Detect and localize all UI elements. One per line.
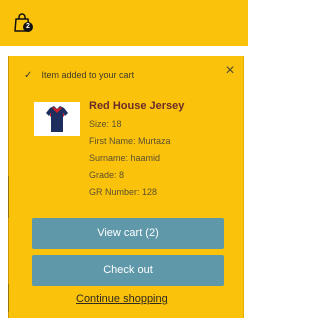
continue-shopping-link[interactable]: Continue shopping — [76, 293, 168, 305]
panel-border-left — [8, 176, 9, 218]
shopping-bag-icon[interactable]: 2 — [12, 12, 34, 34]
product-details: Red House Jersey Size: 18 First Name: Mu… — [89, 98, 229, 201]
added-to-cart-message: ✓ Item added to your cart — [24, 70, 134, 81]
view-cart-button[interactable]: View cart (2) — [32, 218, 224, 249]
checkout-button[interactable]: Check out — [32, 255, 224, 286]
check-icon: ✓ — [24, 70, 33, 81]
header-bar: 2 — [0, 0, 248, 46]
panel-border-left — [8, 284, 9, 312]
product-detail-size: Size: 18 — [89, 119, 122, 129]
product-detail-grade: Grade: 8 — [89, 170, 125, 180]
cart-count-badge: 2 — [23, 22, 33, 32]
product-detail-surname: Surname: haamid — [89, 153, 161, 163]
close-icon[interactable]: × — [223, 63, 237, 79]
jersey-icon — [46, 106, 68, 132]
product-detail-gr-number: GR Number: 128 — [89, 187, 158, 197]
product-title: Red House Jersey — [89, 100, 185, 112]
product-image — [34, 102, 80, 136]
product-detail-first-name: First Name: Murtaza — [89, 136, 171, 146]
added-to-cart-text: Item added to your cart — [41, 70, 135, 80]
